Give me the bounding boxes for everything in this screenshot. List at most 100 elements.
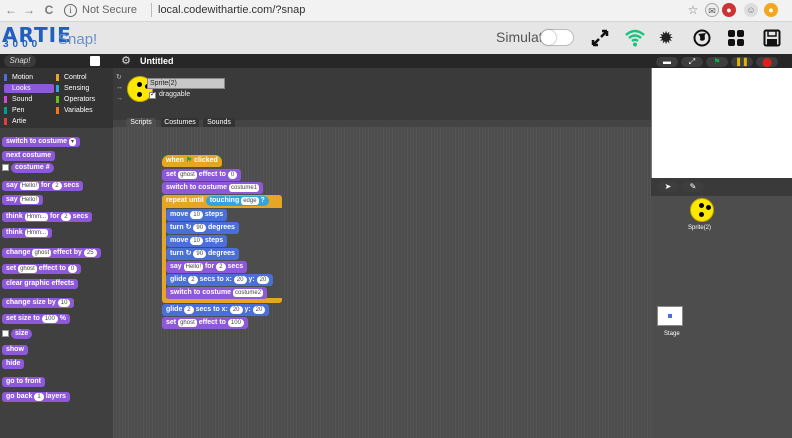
back-button[interactable]: ← — [4, 3, 18, 17]
category-control[interactable]: Control — [56, 73, 108, 82]
costume-dropdown[interactable]: ▾ — [69, 138, 77, 146]
number-input[interactable]: 20 — [256, 276, 270, 284]
rotation-style-icon[interactable]: → — [116, 95, 123, 102]
effect-dropdown[interactable]: ghost — [18, 265, 37, 273]
block-clear-effects[interactable]: clear graphic effects — [2, 279, 79, 289]
stage-canvas[interactable] — [651, 68, 792, 178]
touching-dropdown[interactable]: edge — [241, 197, 259, 205]
block-set-effect[interactable]: set ghost effect to 100 — [162, 317, 248, 329]
number-input[interactable]: 10 — [57, 299, 71, 307]
block-think[interactable]: think Hmm... — [2, 228, 53, 238]
block-go-back-layers[interactable]: go back 1 layers — [2, 392, 70, 402]
number-input[interactable]: 0 — [67, 265, 78, 273]
fullscreen-icon[interactable] — [586, 24, 614, 52]
tab-costumes[interactable]: Costumes — [161, 118, 199, 127]
costume-dropdown[interactable]: costume2 — [233, 289, 264, 297]
paint-brush-icon[interactable]: ✎ — [682, 182, 704, 192]
block-glide[interactable]: glide 2 secs to x: 20 y: 20 — [166, 274, 274, 286]
block-turn-degrees[interactable]: turn ↻ 90 degrees — [166, 222, 239, 234]
block-set-effect[interactable]: set ghost effect to 0 — [162, 169, 242, 181]
block-next-costume[interactable]: next costume — [2, 151, 56, 161]
costume-dropdown[interactable]: costume1 — [229, 184, 260, 192]
block-go-to-front[interactable]: go to front — [2, 377, 45, 387]
number-input[interactable]: 10 — [190, 211, 203, 219]
category-motion[interactable]: Motion — [4, 73, 54, 82]
address-bar[interactable]: local.codewithartie.com/?snap — [158, 4, 305, 16]
category-variables[interactable]: Variables — [56, 106, 108, 115]
number-input[interactable]: 2 — [216, 263, 226, 271]
category-pen[interactable]: Pen — [4, 106, 54, 115]
effect-dropdown[interactable]: ghost — [32, 249, 52, 257]
number-input[interactable]: 25 — [83, 249, 97, 257]
number-input[interactable]: 2 — [184, 306, 194, 314]
text-input[interactable]: Hello! — [19, 196, 39, 204]
number-input[interactable]: 20 — [252, 306, 266, 314]
block-change-effect[interactable]: change ghost effect by 25 — [2, 248, 101, 258]
number-input[interactable]: 1 — [34, 393, 44, 401]
star-icon[interactable]: ☆ — [686, 3, 700, 17]
snap-logo[interactable]: Snap! — [4, 55, 36, 67]
pause-icon[interactable]: ❚❚ — [731, 57, 753, 67]
block-say-for-secs[interactable]: say Hello! for 2 secs — [2, 181, 84, 191]
stage-size-icon[interactable]: ▬ — [656, 57, 678, 67]
reload-button[interactable]: C — [42, 3, 56, 17]
reporter-costume-number[interactable]: costume # — [11, 163, 54, 173]
block-show[interactable]: show — [2, 345, 28, 355]
block-set-size[interactable]: set size to 100 % — [2, 314, 71, 324]
add-turtle-sprite-icon[interactable]: ➤ — [657, 182, 679, 192]
stage-fullscreen-icon[interactable]: ⤢ — [681, 57, 703, 67]
apps-icon[interactable] — [722, 24, 750, 52]
block-switch-costume[interactable]: switch to costume ▾ — [2, 137, 81, 147]
hat-when-flag-clicked[interactable]: when ⚑ clicked — [162, 155, 222, 167]
save-icon[interactable] — [758, 24, 786, 52]
category-looks[interactable]: Looks — [4, 84, 54, 93]
block-glide[interactable]: glide 2 secs to x: 20 y: 20 — [162, 304, 270, 316]
category-artie[interactable]: Artie — [4, 117, 54, 126]
block-think-for-secs[interactable]: think Hmm... for 2 secs — [2, 212, 93, 222]
block-say[interactable]: say Hello! — [2, 195, 43, 205]
extension-icon[interactable]: ● — [722, 3, 736, 17]
block-set-effect[interactable]: set ghost effect to 0 — [2, 264, 82, 274]
block-turn-degrees[interactable]: turn ↻ 90 degrees — [166, 248, 239, 260]
file-menu-icon[interactable] — [90, 56, 100, 66]
block-switch-costume[interactable]: switch to costume costume1 — [162, 182, 264, 194]
block-say-for-secs[interactable]: say Hello! for 2 secs — [166, 261, 248, 273]
category-sensing[interactable]: Sensing — [56, 84, 108, 93]
forward-button[interactable]: → — [22, 3, 36, 17]
number-input[interactable]: 100 — [41, 315, 58, 323]
sprite-name-field[interactable]: Sprite(2) — [147, 78, 225, 89]
block-move-steps[interactable]: move 10 steps — [166, 209, 228, 221]
security-label[interactable]: Not Secure — [82, 4, 137, 16]
gear-icon[interactable]: ⚙ — [119, 54, 133, 68]
corral-sprite-icon[interactable] — [690, 198, 714, 222]
text-input[interactable]: Hello! — [19, 182, 39, 190]
stage-thumbnail[interactable] — [657, 306, 683, 326]
block-change-size[interactable]: change size by 10 — [2, 298, 75, 308]
number-input[interactable]: 0 — [227, 171, 238, 179]
number-input[interactable]: 90 — [193, 250, 207, 258]
green-flag-icon[interactable]: ⚑ — [706, 57, 728, 67]
tab-sounds[interactable]: Sounds — [203, 118, 235, 127]
settings-icon[interactable]: ✹ — [652, 24, 680, 52]
mail-icon[interactable]: ✉ — [705, 3, 719, 17]
draggable-checkbox[interactable]: ✓ — [149, 91, 156, 99]
number-input[interactable]: 90 — [193, 224, 207, 232]
stop-icon[interactable]: ⬤ — [756, 57, 778, 67]
text-input[interactable]: Hello! — [183, 263, 203, 271]
number-input[interactable]: 2 — [61, 213, 71, 221]
profile-icon[interactable]: ☺ — [744, 3, 758, 17]
text-input[interactable]: Hmm... — [24, 229, 49, 237]
notification-icon[interactable]: ● — [764, 3, 778, 17]
block-move-steps[interactable]: move 10 steps — [166, 235, 228, 247]
number-input[interactable]: 2 — [52, 182, 62, 190]
watcher-checkbox[interactable] — [2, 164, 9, 171]
reporter-size[interactable]: size — [11, 329, 33, 339]
effect-dropdown[interactable]: ghost — [178, 319, 197, 327]
globe-icon[interactable] — [688, 24, 716, 52]
rotation-style-icon[interactable]: ↻ — [116, 73, 122, 81]
rotation-style-icon[interactable]: ↔ — [116, 84, 123, 91]
effect-dropdown[interactable]: ghost — [178, 171, 197, 179]
category-sound[interactable]: Sound — [4, 95, 54, 104]
number-input[interactable]: 2 — [188, 276, 198, 284]
number-input[interactable]: 10 — [190, 237, 203, 245]
